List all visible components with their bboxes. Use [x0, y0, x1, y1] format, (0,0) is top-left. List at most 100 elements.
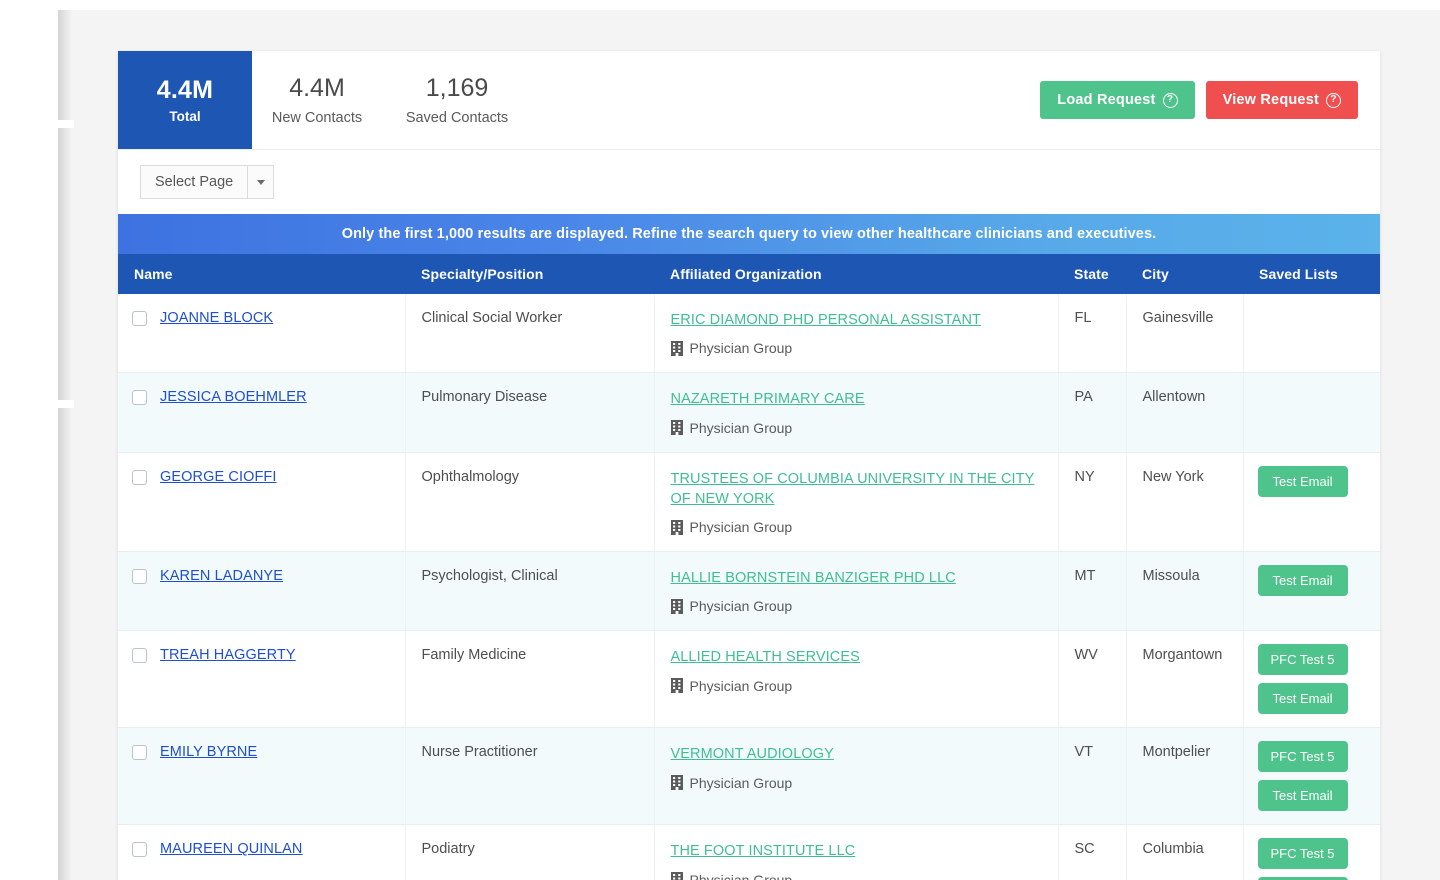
cell-organization: NAZARETH PRIMARY CAREPhysician Group — [654, 373, 1058, 452]
saved-list-badge[interactable]: Test Email — [1258, 466, 1348, 497]
row-select-checkbox[interactable] — [132, 390, 147, 405]
name-wrapper: KAREN LADANYE — [132, 568, 393, 584]
name-wrapper: GEORGE CIOFFI — [132, 469, 393, 485]
building-icon — [671, 678, 683, 693]
contact-name-link[interactable]: EMILY BYRNE — [160, 744, 257, 760]
cell-name: GEORGE CIOFFI — [118, 452, 405, 552]
saved-list-badge[interactable]: PFC Test 5 — [1258, 741, 1348, 772]
cell-state: SC — [1058, 825, 1126, 880]
name-wrapper: TREAH HAGGERTY — [132, 647, 393, 663]
organization-type: Physician Group — [671, 775, 1046, 791]
organization-link[interactable]: THE FOOT INSTITUTE LLC — [671, 841, 856, 861]
cell-saved-lists: Test Email — [1243, 452, 1380, 552]
help-icon[interactable]: ? — [1163, 93, 1178, 108]
building-icon — [671, 599, 683, 614]
load-request-button[interactable]: Load Request ? — [1040, 81, 1194, 119]
contacts-table-header: Name Specialty/Position Affiliated Organ… — [118, 254, 1380, 294]
cell-state: VT — [1058, 728, 1126, 825]
cell-state: MT — [1058, 552, 1126, 631]
table-row[interactable]: JOANNE BLOCK Clinical Social Worker ERIC D… — [118, 294, 1380, 373]
view-request-label: View Request — [1223, 92, 1319, 108]
row-select-checkbox[interactable] — [132, 470, 147, 485]
row-select-checkbox[interactable] — [132, 569, 147, 584]
cell-name: JOANNE BLOCK — [118, 294, 405, 373]
column-header-city[interactable]: City — [1126, 254, 1243, 294]
cell-specialty: Clinical Social Worker — [405, 294, 654, 373]
column-header-saved-lists[interactable]: Saved Lists — [1243, 254, 1380, 294]
saved-list-badge[interactable]: PFC Test 5 — [1258, 644, 1348, 675]
name-wrapper: JOANNE BLOCK — [132, 310, 393, 326]
saved-list-badge[interactable]: Test Email — [1258, 683, 1348, 714]
left-panel-notch-upper — [58, 120, 74, 128]
table-toolbar: Select Page — [118, 149, 1380, 214]
organization-link[interactable]: NAZARETH PRIMARY CARE — [671, 389, 865, 409]
results-limit-message: Only the first 1,000 results are display… — [342, 226, 1157, 242]
stat-saved-contacts: 1,169 Saved Contacts — [382, 51, 532, 149]
saved-list-badge[interactable]: PFC Test 5 — [1258, 838, 1348, 869]
top-strip — [58, 0, 1440, 10]
column-header-state[interactable]: State — [1058, 254, 1126, 294]
help-icon[interactable]: ? — [1326, 93, 1341, 108]
table-row[interactable]: EMILY BYRNENurse PractitionerVERMONT AUD… — [118, 728, 1380, 825]
organization-link[interactable]: ERIC DIAMOND PHD PERSONAL ASSISTANT — [671, 310, 981, 330]
cell-name: TREAH HAGGERTY — [118, 631, 405, 728]
header-row: Name Specialty/Position Affiliated Organ… — [118, 254, 1380, 294]
organization-link[interactable]: TRUSTEES OF COLUMBIA UNIVERSITY IN THE C… — [671, 469, 1046, 510]
cell-city: Montpelier — [1126, 728, 1243, 825]
cell-state: NY — [1058, 452, 1126, 552]
table-row[interactable]: TREAH HAGGERTYFamily MedicineALLIED HEAL… — [118, 631, 1380, 728]
select-page-dropdown[interactable]: Select Page — [140, 165, 274, 199]
cell-specialty: Ophthalmology — [405, 452, 654, 552]
cell-city: Gainesville — [1126, 294, 1243, 373]
chevron-down-icon — [257, 180, 265, 185]
cell-city: Morgantown — [1126, 631, 1243, 728]
organization-type-label: Physician Group — [690, 598, 793, 614]
contact-name-link[interactable]: JOANNE BLOCK — [160, 310, 273, 326]
cell-state: FL — [1058, 294, 1126, 373]
row-select-checkbox[interactable] — [132, 842, 147, 857]
contacts-table-body: JOANNE BLOCK Clinical Social Worker ERIC D… — [118, 294, 1380, 880]
select-page-value[interactable]: Select Page — [140, 165, 247, 199]
table-row[interactable]: GEORGE CIOFFI Ophthalmology TRUSTEES OF CO… — [118, 452, 1380, 552]
cell-organization: HALLIE BORNSTEIN BANZIGER PHD LLC Physici… — [654, 552, 1058, 631]
select-page-caret-button[interactable] — [247, 165, 274, 199]
organization-type-label: Physician Group — [690, 678, 793, 694]
cell-city: Missoula — [1126, 552, 1243, 631]
cell-specialty: Psychologist, Clinical — [405, 552, 654, 631]
saved-list-badge[interactable]: Test Email — [1258, 565, 1348, 596]
cell-name: EMILY BYRNE — [118, 728, 405, 825]
stat-new-contacts-value: 4.4M — [289, 74, 345, 103]
row-select-checkbox[interactable] — [132, 745, 147, 760]
stat-new-contacts: 4.4M New Contacts — [252, 51, 382, 149]
organization-type: Physician Group — [671, 872, 1046, 880]
column-header-specialty[interactable]: Specialty/Position — [405, 254, 654, 294]
table-row[interactable]: JESSICA BOEHMLERPulmonary DiseaseNAZARET… — [118, 373, 1380, 452]
stat-saved-contacts-value: 1,169 — [426, 74, 489, 103]
contact-name-link[interactable]: GEORGE CIOFFI — [160, 469, 277, 485]
contact-name-link[interactable]: TREAH HAGGERTY — [160, 647, 296, 663]
contact-name-link[interactable]: MAUREEN QUINLAN — [160, 841, 303, 857]
cell-name: KAREN LADANYE — [118, 552, 405, 631]
organization-link[interactable]: HALLIE BORNSTEIN BANZIGER PHD LLC — [671, 568, 956, 588]
row-select-checkbox[interactable] — [132, 311, 147, 326]
organization-link[interactable]: VERMONT AUDIOLOGY — [671, 744, 834, 764]
column-header-organization[interactable]: Affiliated Organization — [654, 254, 1058, 294]
cell-organization: ALLIED HEALTH SERVICES Physician Group — [654, 631, 1058, 728]
contact-name-link[interactable]: KAREN LADANYE — [160, 568, 283, 584]
cell-city: Allentown — [1126, 373, 1243, 452]
row-select-checkbox[interactable] — [132, 648, 147, 663]
stat-total: 4.4M Total — [118, 51, 252, 149]
cell-saved-lists: PFC Test 5 Test Email — [1243, 728, 1380, 825]
column-header-name[interactable]: Name — [118, 254, 405, 294]
cell-state: WV — [1058, 631, 1126, 728]
organization-link[interactable]: ALLIED HEALTH SERVICES — [671, 647, 860, 667]
view-request-button[interactable]: View Request ? — [1206, 81, 1358, 119]
table-row[interactable]: KAREN LADANYEPsychologist, ClinicalHALLI… — [118, 552, 1380, 631]
saved-list-badge[interactable]: Test Email — [1258, 780, 1348, 811]
organization-type-label: Physician Group — [690, 340, 793, 356]
contact-name-link[interactable]: JESSICA BOEHMLER — [160, 389, 307, 405]
table-row[interactable]: MAUREEN QUINLANPodiatryTHE FOOT INSTITUT… — [118, 825, 1380, 880]
name-wrapper: EMILY BYRNE — [132, 744, 393, 760]
building-icon — [671, 420, 683, 435]
building-icon — [671, 341, 683, 356]
